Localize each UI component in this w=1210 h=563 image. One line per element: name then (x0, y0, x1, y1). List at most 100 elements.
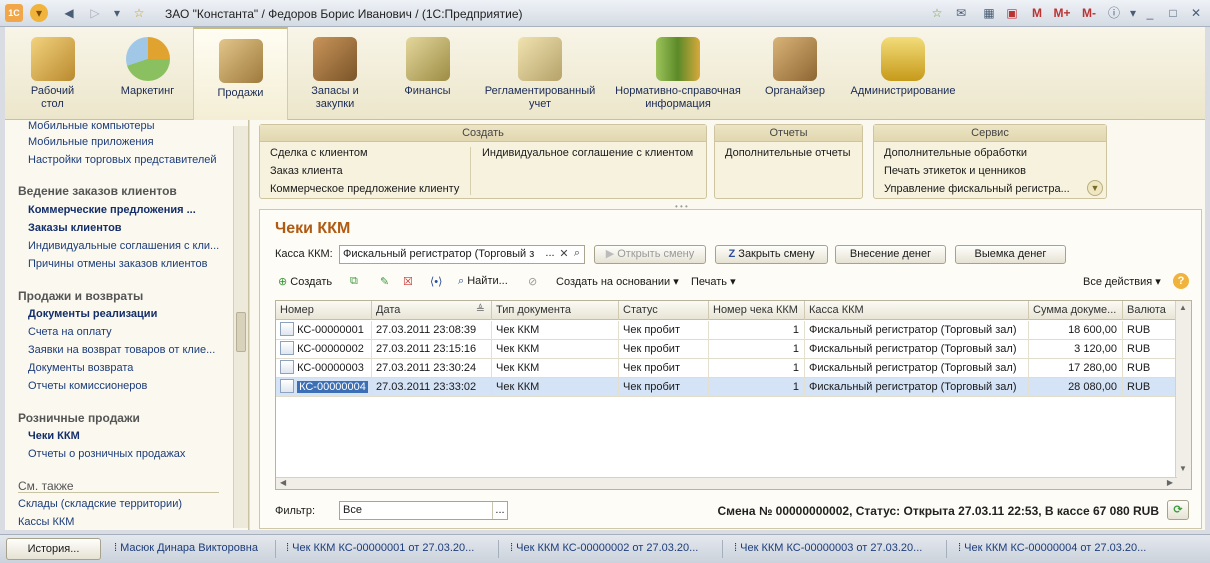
filter-select-dots-icon[interactable]: ... (492, 502, 507, 519)
nav-item-checks-kkm[interactable]: Чеки ККМ (28, 430, 80, 442)
table-row[interactable]: КС-00000002 27.03.2011 23:15:16 Чек ККМ … (276, 340, 1177, 359)
see-also-item[interactable]: Склады (складские территории) (18, 498, 182, 510)
nav-item[interactable]: Счета на оплату (28, 326, 112, 338)
memory-plus-button[interactable]: M+ (1050, 4, 1074, 22)
section-sales[interactable]: Продажи (193, 27, 288, 120)
withdraw-money-button[interactable]: Выемка денег (955, 245, 1066, 264)
nav-item[interactable]: Мобильные компьютеры (28, 120, 155, 132)
see-also-item[interactable]: Кассы ККМ (18, 516, 74, 528)
nav-item[interactable]: Заявки на возврат товаров от клие... (28, 344, 215, 356)
bookmark-icon[interactable]: ✉ (952, 4, 970, 22)
history-button[interactable]: История... (6, 538, 101, 560)
forward-icon[interactable]: ▷ (86, 4, 104, 22)
create-order-link[interactable]: Заказ клиента (270, 165, 343, 177)
nav-item[interactable]: Настройки торговых представителей (28, 154, 217, 166)
close-icon[interactable]: ✕ (1187, 4, 1205, 22)
help-icon[interactable]: ? (1173, 273, 1189, 289)
info-icon[interactable]: ⓘ (1105, 4, 1123, 22)
back-icon[interactable]: ◀ (60, 4, 78, 22)
nav-item[interactable]: Мобильные приложения (28, 136, 154, 148)
open-shift-button[interactable]: ▶ Открыть смену (594, 245, 706, 264)
minimize-icon[interactable]: _ (1141, 4, 1159, 22)
calculator-icon[interactable]: ▦ (980, 4, 998, 22)
find-button[interactable]: ⌕ Найти... (458, 275, 508, 288)
scroll-left-icon[interactable]: ◀ (280, 478, 286, 487)
column-header-currency[interactable]: Валюта (1123, 301, 1177, 320)
section-administration[interactable]: Администрирование (848, 27, 958, 120)
scroll-down-icon[interactable]: ▼ (1179, 464, 1187, 473)
nav-item[interactable]: Причины отмены заказов клиентов (28, 258, 207, 270)
delete-icon[interactable]: ☒ (403, 275, 413, 288)
memory-minus-button[interactable]: M- (1077, 4, 1101, 22)
taskbar-item[interactable]: ⁞ Чек ККМ КС-00000003 от 27.03.20... (734, 542, 922, 554)
column-header-check-number[interactable]: Номер чека ККМ (709, 301, 805, 320)
search-icon[interactable]: ⌕ (571, 247, 583, 260)
expand-icon[interactable]: ▼ (1087, 180, 1103, 196)
swap-icon[interactable]: ⟨•⟩ (430, 275, 442, 288)
scroll-right-icon[interactable]: ▶ (1167, 478, 1173, 487)
copy-icon[interactable]: ⧉ (350, 275, 358, 288)
column-header-number[interactable]: Номер (276, 301, 372, 320)
deposit-money-button[interactable]: Внесение денег (835, 245, 946, 264)
additional-reports-link[interactable]: Дополнительные отчеты (725, 147, 850, 159)
table-horizontal-scrollbar[interactable]: ◀ ▶ (276, 477, 1177, 489)
calendar-icon[interactable]: ▣ (1003, 4, 1021, 22)
section-organizer[interactable]: Органайзер (755, 27, 835, 120)
table-row[interactable]: КС-00000003 27.03.2011 23:30:24 Чек ККМ … (276, 359, 1177, 378)
add-favorite-icon[interactable]: ☆ (928, 4, 946, 22)
print-button[interactable]: Печать ▾ (691, 275, 736, 288)
favorite-star-icon[interactable]: ☆ (130, 4, 148, 22)
filter-field[interactable]: Все ... (339, 501, 508, 520)
section-marketing[interactable]: Маркетинг (110, 27, 185, 120)
section-desktop[interactable]: Рабочий стол (15, 27, 90, 120)
fiscal-registers-link[interactable]: Управление фискальный регистра... (884, 183, 1079, 195)
nav-scrollbar-thumb[interactable] (236, 312, 246, 352)
refresh-icon[interactable]: ⟳ (1167, 500, 1189, 520)
taskbar-item[interactable]: ⁞ Чек ККМ КС-00000004 от 27.03.20... (958, 542, 1146, 554)
print-labels-link[interactable]: Печать этикеток и ценников (884, 165, 1026, 177)
all-actions-button[interactable]: Все действия ▾ (1083, 275, 1161, 288)
select-dots-icon[interactable]: ... (543, 247, 557, 259)
table-vertical-scrollbar[interactable]: ▲ ▼ (1175, 301, 1191, 489)
nav-item[interactable]: Индивидуальные соглашения с кли... (28, 240, 219, 252)
nav-scrollbar[interactable] (233, 126, 248, 528)
create-button[interactable]: ⊕ Создать (278, 275, 332, 288)
column-header-status[interactable]: Статус (619, 301, 709, 320)
nav-item[interactable]: Документы реализации (28, 308, 157, 320)
kassa-field[interactable]: Фискальный регистратор (Торговый з ... ✕… (339, 245, 585, 264)
nav-item[interactable]: Заказы клиентов (28, 222, 122, 234)
maximize-icon[interactable]: □ (1164, 4, 1182, 22)
table-row[interactable]: КС-00000001 27.03.2011 23:08:39 Чек ККМ … (276, 321, 1177, 340)
close-shift-button[interactable]: Z Закрыть смену (715, 245, 828, 264)
section-regulated-accounting[interactable]: Регламентированный учет (480, 27, 600, 120)
section-inventory[interactable]: Запасы и закупки (295, 27, 375, 120)
column-header-doc-type[interactable]: Тип документа (492, 301, 619, 320)
info-dropdown-icon[interactable]: ▾ (1124, 4, 1142, 22)
nav-item[interactable]: Отчеты о розничных продажах (28, 448, 185, 460)
create-deal-link[interactable]: Сделка с клиентом (270, 147, 368, 159)
section-reference-info[interactable]: Нормативно-справочная информация (608, 27, 748, 120)
taskbar-item[interactable]: ⁞ Чек ККМ КС-00000002 от 27.03.20... (510, 542, 698, 554)
additional-processing-link[interactable]: Дополнительные обработки (884, 147, 1027, 159)
clear-icon[interactable]: ✕ (558, 247, 570, 260)
cancel-search-icon[interactable]: ⊘ (528, 275, 537, 288)
column-header-date[interactable]: Дата ≜ (372, 301, 492, 320)
create-based-button[interactable]: Создать на основании ▾ (556, 275, 679, 288)
nav-item[interactable]: Документы возврата (28, 362, 133, 374)
create-agreement-link[interactable]: Индивидуальное соглашение с клиентом (482, 147, 693, 159)
taskbar-item[interactable]: ⁞ Чек ККМ КС-00000001 от 27.03.20... (286, 542, 474, 554)
table-row-selected[interactable]: КС-00000004 27.03.2011 23:33:02 Чек ККМ … (276, 378, 1177, 397)
history-dropdown-icon[interactable]: ▾ (108, 4, 126, 22)
edit-icon[interactable]: ✎ (380, 275, 389, 288)
nav-item[interactable]: Коммерческие предложения ... (28, 204, 196, 216)
form-title: Чеки ККМ (275, 220, 351, 237)
section-finance[interactable]: Финансы (390, 27, 465, 120)
create-offer-link[interactable]: Коммерческое предложение клиенту (270, 183, 459, 195)
scroll-up-icon[interactable]: ▲ (1179, 303, 1187, 312)
nav-item[interactable]: Отчеты комиссионеров (28, 380, 147, 392)
main-menu-icon[interactable]: ▾ (30, 4, 48, 22)
memory-m-button[interactable]: M (1028, 4, 1046, 22)
taskbar-item[interactable]: ⁞ Масюк Динара Викторовна (114, 542, 258, 554)
column-header-sum[interactable]: Сумма докуме... (1029, 301, 1123, 320)
column-header-kassa[interactable]: Касса ККМ (805, 301, 1029, 320)
